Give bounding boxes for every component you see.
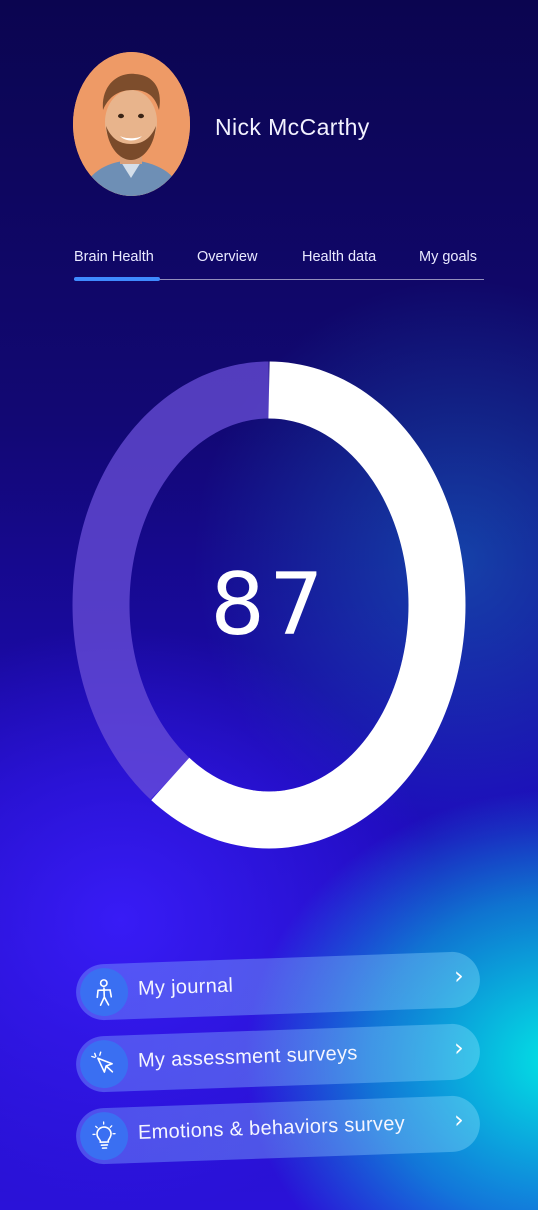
tab-bar: Brain Health Overview Health data My goa…	[74, 246, 484, 282]
menu-label-assessment-surveys: My assessment surveys	[137, 1042, 358, 1072]
tab-my-goals[interactable]: My goals	[419, 249, 477, 265]
chevron-right-icon: ›	[453, 1033, 465, 1062]
cursor-click-icon	[79, 1039, 129, 1089]
menu-label-emotions-behaviors-survey: Emotions & behaviors survey	[137, 1112, 406, 1144]
menu-item-emotions-behaviors-survey[interactable]: Emotions & behaviors survey ›	[75, 1094, 481, 1166]
chevron-right-icon: ›	[453, 961, 465, 990]
tab-health-data[interactable]: Health data	[302, 249, 376, 265]
chevron-right-icon: ›	[453, 1105, 465, 1134]
tab-overview[interactable]: Overview	[197, 249, 257, 265]
user-name: Nick McCarthy	[215, 114, 370, 140]
menu-label-my-journal: My journal	[137, 974, 234, 1000]
brain-health-score-gauge: 87	[62, 355, 476, 855]
score-value: 87	[210, 555, 328, 655]
tab-brain-health[interactable]: Brain Health	[74, 249, 154, 265]
avatar-photo	[73, 52, 190, 196]
menu-item-my-journal[interactable]: My journal ›	[75, 950, 481, 1022]
profile-header: Nick McCarthy	[73, 52, 493, 198]
person-icon	[79, 967, 129, 1017]
menu-item-assessment-surveys[interactable]: My assessment surveys ›	[75, 1022, 481, 1094]
active-tab-indicator	[74, 277, 160, 281]
lightbulb-icon	[79, 1111, 129, 1161]
avatar[interactable]	[73, 52, 190, 196]
